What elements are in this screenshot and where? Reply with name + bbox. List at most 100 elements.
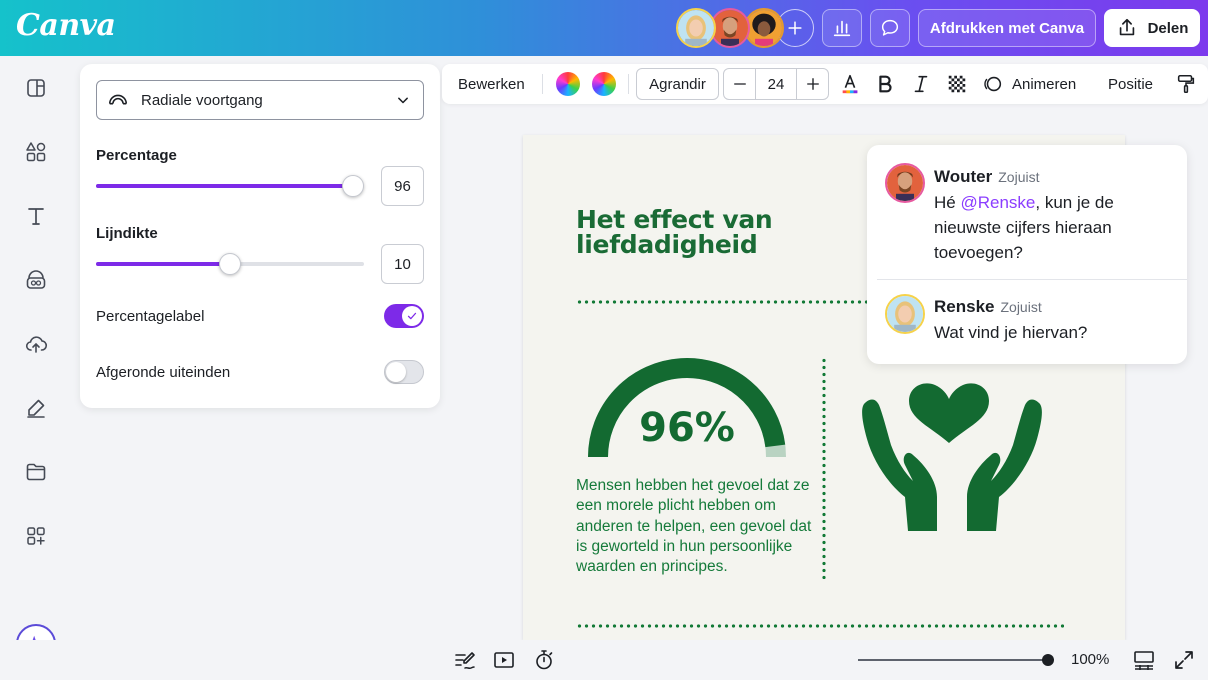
sidebar-item-apps[interactable] <box>24 524 48 548</box>
percentage-input[interactable]: 96 <box>381 166 424 206</box>
heart-hands-graphic[interactable] <box>861 381 1043 533</box>
line-thickness-slider-fill <box>96 262 230 266</box>
gauge-percentage-label[interactable]: 96% <box>581 405 793 451</box>
rounded-ends-toggle-label: Afgeronde uiteinden <box>96 364 231 381</box>
font-size-decrease-button[interactable] <box>724 69 756 99</box>
collaborator-avatars <box>676 8 786 48</box>
zoom-level[interactable]: 100% <box>1071 651 1109 668</box>
comments-thread: Wouter Zojuist Hé @Renske, kun je de nieu… <box>867 145 1187 364</box>
comment-mention[interactable]: @Renske <box>960 193 1035 212</box>
text-t-icon <box>28 208 44 225</box>
percentage-slider[interactable] <box>96 175 365 197</box>
line-thickness-slider-handle[interactable] <box>219 253 241 275</box>
sidebar-item-draw[interactable] <box>24 396 48 420</box>
design-body-text[interactable]: Mensen hebben het gevoel dat ze een more… <box>576 476 816 577</box>
animate-button[interactable]: Animeren <box>982 64 1076 104</box>
comment-timestamp: Zojuist <box>1000 299 1042 315</box>
expand-icon <box>1175 651 1193 669</box>
comment-text-start: Hé <box>934 193 961 212</box>
comment-text: Hé @Renske, kun je de nieuwste cijfers h… <box>934 190 1174 265</box>
design-title[interactable]: Het effect van liefdadigheid <box>576 207 856 257</box>
share-label: Delen <box>1147 19 1189 37</box>
gauge-icon <box>108 94 128 105</box>
position-button[interactable]: Positie <box>1108 64 1153 104</box>
bar-chart-icon <box>833 20 851 37</box>
sidebar-item-elements[interactable] <box>24 140 48 164</box>
stopwatch-icon <box>536 650 553 670</box>
comment-avatar-renske[interactable] <box>885 294 925 334</box>
edit-button[interactable]: Bewerken <box>458 64 525 104</box>
dotted-divider-vertical <box>822 357 826 579</box>
copy-style-button[interactable] <box>1175 64 1197 104</box>
upload-share-icon <box>1119 18 1134 36</box>
comment-timestamp: Zojuist <box>998 169 1040 185</box>
italic-button[interactable] <box>910 64 932 104</box>
toolbar-divider <box>542 74 543 94</box>
avatar-renske[interactable] <box>676 8 716 48</box>
animate-icon <box>984 76 1002 92</box>
color-picker-fill[interactable] <box>556 72 580 96</box>
comment-author-name: Wouter <box>934 167 993 186</box>
play-screen-icon <box>494 652 514 668</box>
transparency-button[interactable] <box>946 64 968 104</box>
dotted-divider-bottom <box>576 624 1064 628</box>
avatar-third-user[interactable] <box>744 8 784 48</box>
chart-type-dropdown[interactable]: Radiale voortgang <box>96 80 424 120</box>
percentage-slider-handle[interactable] <box>342 175 365 197</box>
toggle-knob <box>386 362 406 382</box>
percentage-slider-fill <box>96 184 354 188</box>
timer-button[interactable] <box>532 648 556 672</box>
layout-panel-icon <box>27 79 45 97</box>
percentage-label: Percentage <box>96 147 177 164</box>
apps-grid-icon <box>27 527 45 545</box>
chart-type-label: Radiale voortgang <box>141 91 263 109</box>
insights-button[interactable] <box>822 9 862 47</box>
checkerboard-icon <box>948 75 966 93</box>
toolbar-divider <box>628 74 629 94</box>
print-with-canva-button[interactable]: Afdrukken met Canva <box>918 9 1096 47</box>
font-family-selector[interactable]: Agrandir <box>636 68 719 100</box>
pages-grid-icon <box>1134 651 1154 670</box>
left-sidebar <box>0 56 72 680</box>
chevron-down-icon <box>398 97 408 104</box>
comment-text: Wat vind je hiervan? <box>934 323 1088 342</box>
font-size-value[interactable]: 24 <box>756 76 796 93</box>
share-button[interactable]: Delen <box>1104 9 1200 47</box>
toggle-knob <box>402 306 422 326</box>
text-color-icon <box>842 74 858 94</box>
shapes-icon <box>26 142 46 162</box>
bold-button[interactable] <box>874 64 896 104</box>
animate-label: Animeren <box>1012 75 1077 93</box>
fullscreen-button[interactable] <box>1172 648 1196 672</box>
checkmark-icon <box>407 312 417 320</box>
rounded-ends-toggle[interactable] <box>384 360 424 384</box>
zoom-slider[interactable] <box>858 659 1048 661</box>
text-color-button[interactable] <box>837 64 863 104</box>
line-thickness-slider[interactable] <box>96 253 364 275</box>
sidebar-item-projects[interactable] <box>24 460 48 484</box>
comment-author-name: Renske <box>934 297 995 316</box>
editor-toolbar: Bewerken Agrandir 24 Animeren Positie <box>442 64 1208 104</box>
comment-author: Wouter Zojuist <box>934 167 1039 187</box>
comments-button[interactable] <box>870 9 910 47</box>
canva-logo[interactable]: Canva <box>16 8 116 43</box>
present-button[interactable] <box>492 648 516 672</box>
dotted-divider-top <box>576 300 876 304</box>
comment-avatar-wouter[interactable] <box>885 163 925 203</box>
font-size-stepper: 24 <box>723 68 829 100</box>
percentage-label-toggle[interactable] <box>384 304 424 328</box>
color-picker-track[interactable] <box>592 72 616 96</box>
bottom-bar: 100% <box>0 640 1208 680</box>
percentage-label-toggle-label: Percentagelabel <box>96 308 205 325</box>
zoom-slider-handle[interactable] <box>1042 654 1054 666</box>
pages-view-button[interactable] <box>1132 648 1156 672</box>
sidebar-item-uploads[interactable] <box>24 332 48 356</box>
avatar-wouter[interactable] <box>710 8 750 48</box>
sidebar-item-brand[interactable] <box>24 268 48 292</box>
notes-button[interactable] <box>453 648 477 672</box>
line-thickness-input[interactable]: 10 <box>381 244 424 284</box>
sidebar-item-text[interactable] <box>24 204 48 228</box>
font-size-increase-button[interactable] <box>796 69 828 99</box>
bold-icon <box>879 75 892 93</box>
sidebar-item-design[interactable] <box>24 76 48 100</box>
